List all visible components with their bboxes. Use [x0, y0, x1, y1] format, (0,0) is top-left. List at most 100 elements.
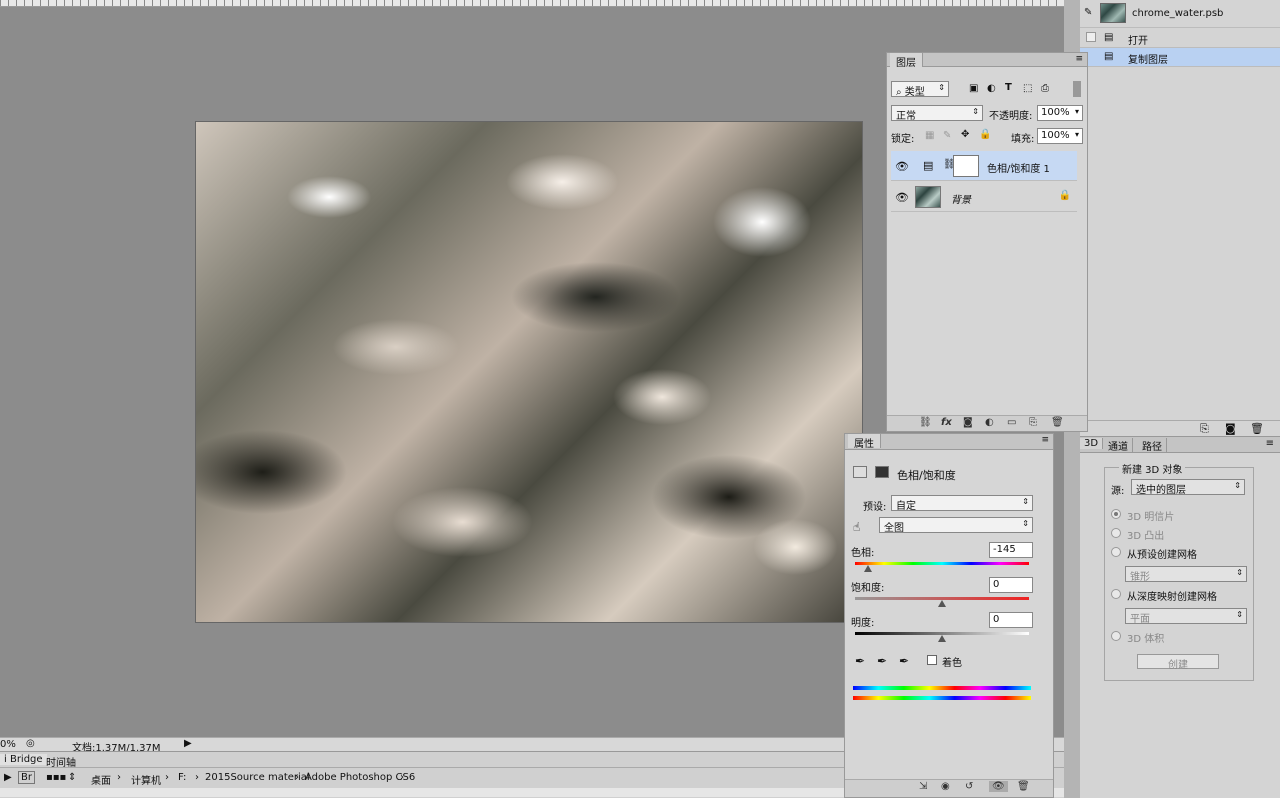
panel-menu-icon[interactable]: ≡	[1262, 438, 1278, 449]
tab-layers[interactable]: 图层	[890, 53, 923, 69]
lightness-slider-knob[interactable]	[938, 635, 946, 642]
reset-icon[interactable]: ↺	[965, 781, 973, 792]
chevron-down-icon[interactable]: ▾	[1075, 107, 1079, 116]
fx-icon[interactable]: fx	[941, 417, 952, 428]
properties-titlebar: 属性 ≡	[845, 434, 1053, 450]
layer-mask-thumbnail[interactable]	[953, 155, 979, 177]
hue-input[interactable]: -145	[989, 542, 1033, 558]
history-checkbox[interactable]	[1086, 32, 1096, 42]
tab-3d[interactable]: 3D	[1080, 438, 1104, 449]
search-icon: ⌕	[896, 87, 902, 98]
lightness-input[interactable]: 0	[989, 612, 1033, 628]
layer-row-background[interactable]: 👁 背景 🔒	[891, 182, 1077, 212]
path-drive[interactable]: F:	[178, 772, 186, 783]
trash-icon[interactable]: 🗑	[1051, 417, 1064, 428]
filter-smart-icon[interactable]: ⎙	[1041, 83, 1049, 94]
tab-properties[interactable]: 属性	[848, 434, 881, 450]
status-menu-arrow-icon[interactable]: ▶	[184, 738, 192, 749]
eyedropper-icon[interactable]: ✒	[855, 654, 865, 668]
folder-icon[interactable]: ▭	[1007, 417, 1016, 428]
tab-bridge[interactable]: i Bridge	[0, 754, 47, 765]
filter-toggle[interactable]	[1073, 81, 1081, 97]
trash-icon[interactable]: 🗑	[1017, 781, 1030, 792]
chevron-down-icon: ⇕	[938, 83, 945, 92]
lock-move-icon[interactable]: ✥	[961, 129, 969, 140]
lock-transparent-icon[interactable]: ▦	[925, 130, 934, 141]
add-mask-icon[interactable]: ◙	[963, 417, 973, 428]
source-select[interactable]: 选中的图层 ⇕	[1131, 479, 1245, 496]
chevron-down-icon[interactable]: ▾	[1075, 130, 1079, 139]
hue-slider-track[interactable]	[855, 562, 1029, 565]
path-app[interactable]: Adobe Photoshop CS6	[305, 772, 415, 783]
lock-label: 锁定:	[891, 134, 915, 145]
visibility-eye-icon[interactable]: 👁	[895, 160, 909, 173]
eyedropper-plus-icon[interactable]: ✒	[877, 654, 887, 668]
tab-channels[interactable]: 通道	[1104, 438, 1133, 453]
depth-mesh-value: 平面	[1130, 614, 1150, 625]
filter-type-icon[interactable]: T	[1005, 82, 1012, 93]
adjustment-icon[interactable]	[853, 466, 867, 478]
lock-all-icon[interactable]: 🔒	[979, 129, 991, 140]
create-button[interactable]: 创建	[1137, 654, 1219, 671]
opacity-input[interactable]: 100% ▾	[1037, 105, 1083, 121]
trash-icon[interactable]: 🗑	[1250, 422, 1264, 435]
fill-input[interactable]: 100% ▾	[1037, 128, 1083, 144]
depth-mesh-select[interactable]: 平面 ⇕	[1125, 608, 1247, 625]
path-desktop[interactable]: 桌面	[91, 772, 111, 787]
radio-preset-mesh[interactable]	[1111, 547, 1121, 557]
eyedropper-minus-icon[interactable]: ✒	[899, 654, 909, 668]
canvas-image[interactable]	[196, 122, 862, 622]
layer-row-hue-saturation[interactable]: 👁 ▤ ⛓ 色相/饱和度 1	[891, 151, 1077, 181]
new-document-icon[interactable]: ⎘	[1200, 422, 1209, 436]
clip-to-layer-icon[interactable]: ⇲	[919, 781, 927, 792]
colorize-checkbox[interactable]	[927, 655, 937, 665]
bridge-icon[interactable]: Br	[18, 771, 35, 784]
hand-tool-icon[interactable]: ☝	[853, 520, 860, 534]
sort-icon[interactable]: ⇕	[68, 772, 76, 783]
panel-menu-icon[interactable]: ≡	[1075, 54, 1083, 64]
mask-icon[interactable]	[875, 466, 889, 478]
blend-mode-select[interactable]: 正常 ⇕	[891, 105, 983, 122]
history-item[interactable]: ▤ 打开	[1080, 29, 1280, 48]
lock-brush-icon[interactable]: ✎	[943, 130, 951, 141]
path-folder[interactable]: 2015Source material	[205, 772, 310, 783]
layers-panel: 图层 ≡ ⌕ 类型 ⇕ ▣ ◐ T ⬚ ⎙ 正常 ⇕ 不透明度: 100% ▾ …	[886, 52, 1088, 432]
tab-paths[interactable]: 路径	[1138, 438, 1167, 453]
tab-timeline[interactable]: 时间轴	[46, 754, 76, 769]
history-snapshot[interactable]: ✎ chrome_water.psb	[1080, 0, 1280, 28]
radio-3d-extrusion[interactable]	[1111, 528, 1121, 538]
hue-label: 色相:	[851, 548, 875, 559]
radio-3d-postcard[interactable]	[1111, 509, 1121, 519]
history-item-selected[interactable]: ▤ 复制图层	[1080, 48, 1280, 67]
panel-menu-icon[interactable]: ≡	[1041, 435, 1049, 445]
filter-shape-icon[interactable]: ⬚	[1023, 83, 1032, 94]
history-item-label: 打开	[1128, 36, 1148, 47]
view-previous-icon[interactable]: ◉	[941, 781, 950, 792]
saturation-input[interactable]: 0	[989, 577, 1033, 593]
saturation-slider-knob[interactable]	[938, 600, 946, 607]
path-computer[interactable]: 计算机	[131, 772, 161, 787]
toggle-visibility-icon[interactable]: 👁	[989, 781, 1008, 792]
preset-select[interactable]: 自定 ⇕	[891, 495, 1033, 512]
option-3d-extrusion: 3D 凸出	[1127, 531, 1165, 542]
channel-select[interactable]: 全图 ⇕	[879, 517, 1033, 534]
status-icon[interactable]: ◎	[26, 738, 35, 749]
camera-icon[interactable]: ◙	[1225, 422, 1236, 435]
snapshot-name: chrome_water.psb	[1132, 8, 1224, 19]
visibility-eye-icon[interactable]: 👁	[895, 191, 909, 204]
link-layers-icon[interactable]: ⛓	[919, 417, 932, 428]
preset-mesh-value: 锥形	[1130, 572, 1150, 583]
radio-depth-map-mesh[interactable]	[1111, 589, 1121, 599]
filter-adjust-icon[interactable]: ◐	[987, 83, 996, 94]
zoom-level[interactable]: 0%	[0, 739, 16, 750]
new-layer-icon[interactable]: ⎘	[1029, 417, 1037, 428]
filter-image-icon[interactable]: ▣	[969, 83, 978, 94]
preset-mesh-select[interactable]: 锥形 ⇕	[1125, 566, 1247, 583]
play-icon[interactable]: ▶	[4, 772, 12, 783]
radio-3d-volume[interactable]	[1111, 631, 1121, 641]
hue-slider-knob[interactable]	[864, 565, 872, 572]
layers-toolbar: ⛓ fx ◙ ◐ ▭ ⎘ 🗑	[887, 415, 1087, 431]
layer-filter-select[interactable]: ⌕ 类型 ⇕	[891, 81, 949, 98]
grid-icon[interactable]: ▪▪▪	[46, 772, 66, 783]
adjustment-icon[interactable]: ◐	[985, 417, 994, 428]
